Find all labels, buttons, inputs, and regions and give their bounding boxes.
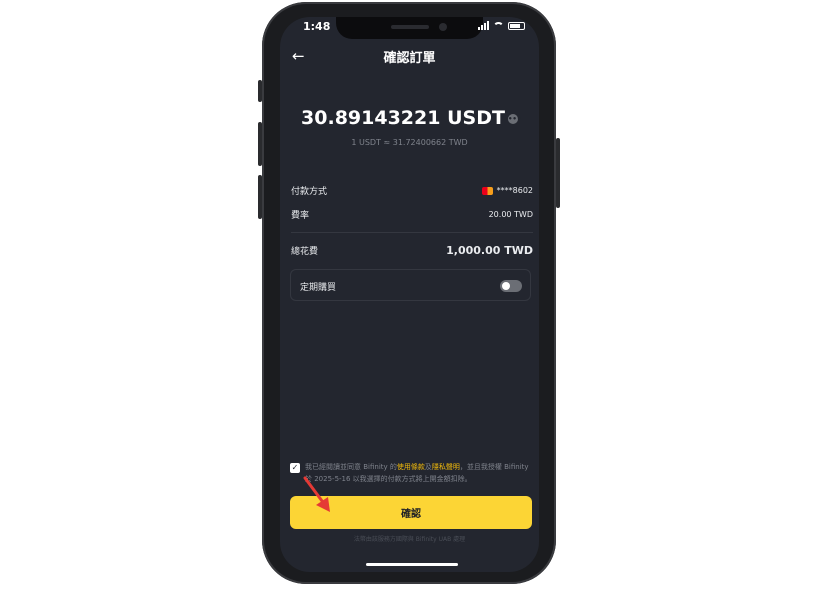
agreement-and: 及 bbox=[424, 463, 432, 471]
page-title: 確認訂單 bbox=[383, 51, 436, 66]
terms-link[interactable]: 使用條款 bbox=[397, 463, 425, 471]
phone-volume-down bbox=[258, 175, 262, 219]
recurring-purchase-toggle[interactable] bbox=[500, 280, 522, 292]
amount-value: 30.89143221 USDT bbox=[301, 107, 505, 129]
phone-volume-up bbox=[258, 122, 262, 166]
privacy-link[interactable]: 隱私聲明 bbox=[432, 463, 460, 471]
recurring-purchase-label: 定期購買 bbox=[300, 283, 337, 293]
exchange-rate: 1 USDT ≈ 31.72400662 TWD bbox=[351, 138, 468, 147]
status-time: 1:48 bbox=[303, 20, 331, 33]
recurring-purchase-box: 定期購買 bbox=[290, 269, 531, 301]
notch bbox=[336, 17, 483, 39]
agreement-text: 我已經閱讀並同意 Bifinity 的使用條款及隱私聲明，並且我授權 Bifin… bbox=[305, 461, 532, 485]
payment-method-value: ****8602 bbox=[481, 186, 533, 195]
total-row: 總花費 1,000.00 TWD bbox=[291, 244, 533, 257]
fee-label: 費率 bbox=[291, 211, 310, 221]
toggle-knob bbox=[502, 282, 510, 290]
speaker bbox=[391, 25, 429, 29]
fee-row: 費率 20.00 TWD bbox=[291, 208, 533, 221]
payment-method-label: 付款方式 bbox=[291, 187, 328, 197]
phone-power-button bbox=[556, 138, 560, 208]
agreement-checkbox[interactable]: ✓ bbox=[290, 463, 300, 473]
fee-value: 20.00 TWD bbox=[488, 210, 533, 219]
home-indicator bbox=[366, 563, 458, 566]
total-label: 總花費 bbox=[291, 247, 319, 257]
info-icon[interactable]: ••• bbox=[507, 113, 521, 124]
status-icons bbox=[478, 21, 525, 30]
order-amount: 30.89143221 USDT ••• bbox=[280, 107, 539, 129]
card-icon bbox=[481, 186, 493, 195]
phone-mute-switch bbox=[258, 80, 262, 102]
agreement-text-before: 我已經閱讀並同意 Bifinity 的 bbox=[305, 463, 397, 471]
wifi-icon bbox=[493, 21, 504, 30]
signal-icon bbox=[478, 21, 489, 30]
camera bbox=[439, 23, 447, 31]
card-number: ****8602 bbox=[496, 186, 533, 195]
divider bbox=[291, 232, 533, 233]
red-arrow-annotation bbox=[303, 476, 330, 512]
total-value: 1,000.00 TWD bbox=[446, 244, 533, 257]
footer-note: 法幣由該服務方國際與 Bifinity UAB 處理 bbox=[353, 536, 466, 543]
battery-icon bbox=[508, 21, 525, 30]
payment-method-row[interactable]: 付款方式 ****8602 bbox=[291, 184, 533, 197]
